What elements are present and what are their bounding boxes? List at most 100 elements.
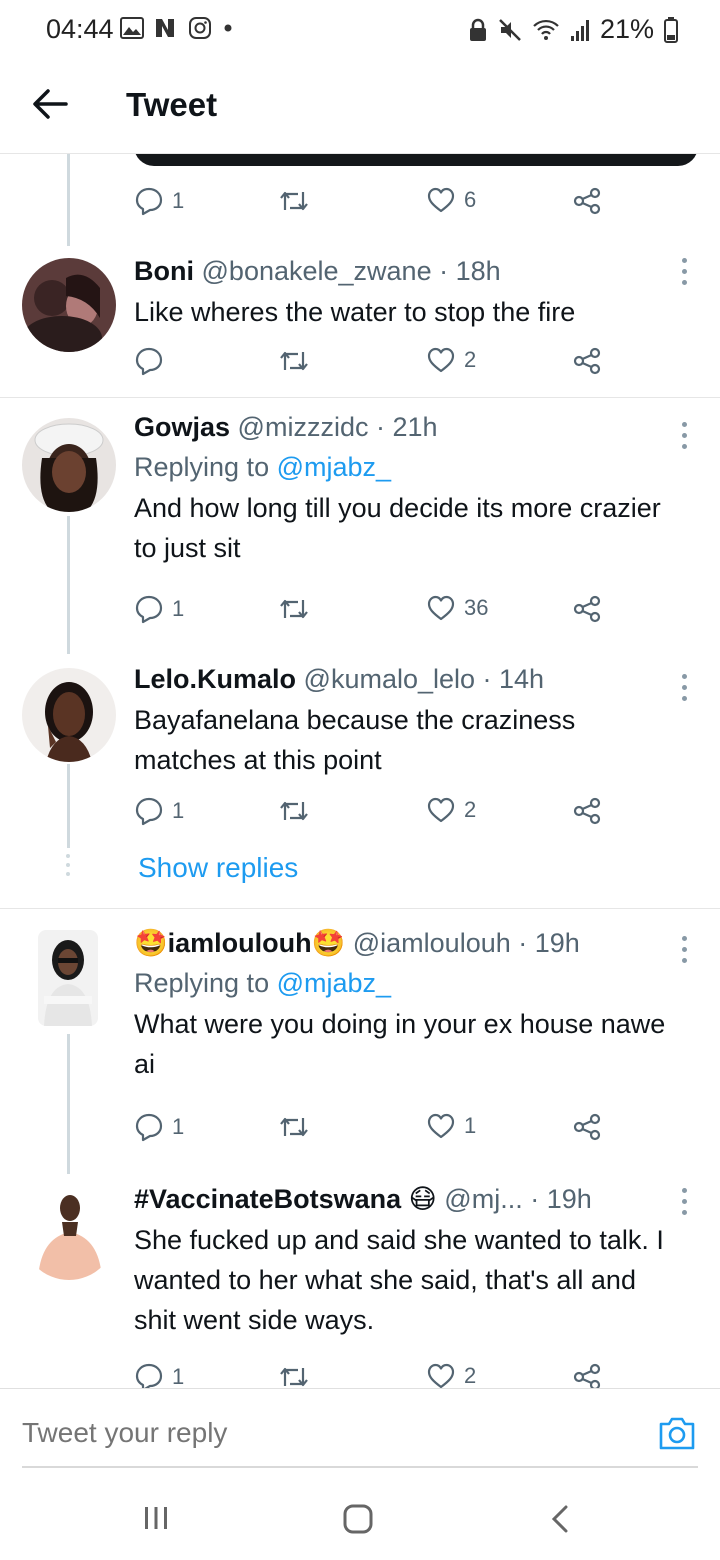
- share-button[interactable]: [572, 186, 602, 216]
- reply-button[interactable]: 1: [134, 1112, 184, 1142]
- retweet-button[interactable]: [278, 594, 310, 624]
- share-button[interactable]: [572, 594, 602, 624]
- display-name[interactable]: Boni: [134, 256, 194, 286]
- tweet-body: Boni @bonakele_zwane · 18h Like wheres t…: [134, 254, 674, 332]
- reply-button[interactable]: 1: [134, 796, 184, 826]
- heart-icon: [427, 1113, 455, 1139]
- display-name[interactable]: Lelo.Kumalo: [134, 664, 296, 694]
- like-count: 2: [464, 797, 477, 822]
- tweet-thread[interactable]: 1 6 Boni @bonakele_zwane · 18h Like wher…: [0, 154, 720, 1388]
- reply-count: 1: [172, 798, 185, 823]
- more-options-icon[interactable]: [682, 1188, 690, 1221]
- handle-time: @mj... · 19h: [444, 1184, 592, 1214]
- like-button[interactable]: 2: [426, 346, 476, 374]
- handle-time: @mizzzidc · 21h: [237, 412, 438, 442]
- retweet-icon: [280, 1117, 308, 1137]
- tweet-media-bottom[interactable]: [134, 154, 698, 166]
- divider: [0, 397, 720, 398]
- retweet-button[interactable]: [278, 796, 310, 826]
- back-nav-icon[interactable]: [548, 1504, 572, 1534]
- tweet-body: Gowjas @mizzzidc · 21h Replying to @mjab…: [134, 410, 674, 568]
- share-icon: [573, 1113, 601, 1141]
- share-button[interactable]: [572, 796, 602, 826]
- dot-icon: [224, 24, 232, 32]
- share-button[interactable]: [572, 1112, 602, 1142]
- retweet-icon: [280, 191, 308, 211]
- reply-count: 1: [172, 1114, 185, 1139]
- replying-to-label: Replying to: [134, 452, 277, 482]
- status-right: 21%: [468, 14, 678, 45]
- like-button[interactable]: 2: [426, 1362, 476, 1388]
- share-button[interactable]: [572, 1362, 602, 1388]
- replying-to: Replying to @mjabz_: [134, 450, 674, 484]
- retweet-button[interactable]: [278, 1362, 310, 1388]
- reply-button[interactable]: 1: [134, 594, 184, 624]
- like-button[interactable]: 1: [426, 1112, 476, 1140]
- more-options-icon[interactable]: [682, 936, 690, 969]
- display-name[interactable]: #VaccinateBotswana 😷: [134, 1184, 437, 1214]
- tweet-meta: #VaccinateBotswana 😷 @mj... · 19h: [134, 1182, 674, 1216]
- share-icon: [573, 187, 601, 215]
- retweet-icon: [280, 351, 308, 371]
- display-name[interactable]: Gowjas: [134, 412, 230, 442]
- replying-to-link[interactable]: @mjabz_: [277, 968, 391, 998]
- battery-icon: [664, 16, 678, 43]
- reply-button[interactable]: [134, 346, 172, 376]
- reply-icon: [135, 187, 163, 216]
- like-count: 2: [464, 347, 477, 372]
- heart-icon: [427, 187, 455, 213]
- tweet-text: And how long till you decide its more cr…: [134, 493, 661, 563]
- tweet-actions: 1 6: [134, 186, 614, 222]
- handle-time: @iamloulouh · 19h: [352, 928, 580, 958]
- back-arrow-icon[interactable]: [28, 82, 72, 126]
- avatar[interactable]: [22, 1186, 116, 1280]
- tweet-actions: 1 1: [134, 1112, 614, 1148]
- like-button[interactable]: 36: [426, 594, 488, 622]
- display-name[interactable]: 🤩iamloulouh🤩: [134, 928, 345, 958]
- replying-to-link[interactable]: @mjabz_: [277, 452, 391, 482]
- heart-icon: [427, 595, 455, 621]
- app-header: Tweet: [0, 60, 720, 154]
- avatar[interactable]: [22, 668, 116, 762]
- thread-dots: [66, 854, 70, 881]
- reply-button[interactable]: 1: [134, 186, 184, 216]
- replying-to: Replying to @mjabz_: [134, 966, 674, 1000]
- thread-line: [67, 154, 70, 246]
- reply-tweet[interactable]: #VaccinateBotswana 😷 @mj... · 19h She fu…: [0, 1182, 720, 1388]
- recent-apps-icon[interactable]: [142, 1504, 170, 1532]
- notification-icons: [120, 16, 234, 40]
- tweet-text: What were you doing in your ex house naw…: [134, 1009, 666, 1079]
- tweet-actions: 2: [134, 346, 614, 382]
- like-button[interactable]: 2: [426, 796, 476, 824]
- share-icon: [573, 595, 601, 623]
- handle-time: @bonakele_zwane · 18h: [201, 256, 501, 286]
- share-icon: [573, 797, 601, 825]
- more-options-icon[interactable]: [682, 422, 690, 455]
- reply-icon: [135, 797, 163, 826]
- home-icon[interactable]: [342, 1504, 374, 1534]
- like-count: 2: [464, 1363, 477, 1388]
- show-replies-link[interactable]: Show replies: [138, 852, 298, 884]
- more-options-icon[interactable]: [682, 258, 690, 291]
- divider: [0, 908, 720, 909]
- reply-count: 1: [172, 1364, 185, 1388]
- avatar[interactable]: [22, 258, 116, 352]
- tweet-meta: Boni @bonakele_zwane · 18h: [134, 254, 674, 288]
- reply-input[interactable]: [22, 1417, 522, 1449]
- retweet-button[interactable]: [278, 186, 310, 216]
- like-button[interactable]: 6: [426, 186, 476, 214]
- share-button[interactable]: [572, 346, 602, 376]
- instagram-icon: [189, 17, 211, 39]
- more-options-icon[interactable]: [682, 674, 690, 707]
- tweet-text: Bayafanelana because the craziness match…: [134, 705, 576, 775]
- retweet-button[interactable]: [278, 1112, 310, 1142]
- reply-icon: [135, 1363, 163, 1388]
- retweet-button[interactable]: [278, 346, 310, 376]
- retweet-icon: [280, 599, 308, 619]
- like-count: 6: [464, 187, 477, 212]
- camera-icon[interactable]: [658, 1415, 696, 1451]
- share-icon: [573, 1363, 601, 1388]
- avatar[interactable]: [38, 930, 98, 1026]
- reply-button[interactable]: 1: [134, 1362, 184, 1388]
- avatar[interactable]: [22, 418, 116, 512]
